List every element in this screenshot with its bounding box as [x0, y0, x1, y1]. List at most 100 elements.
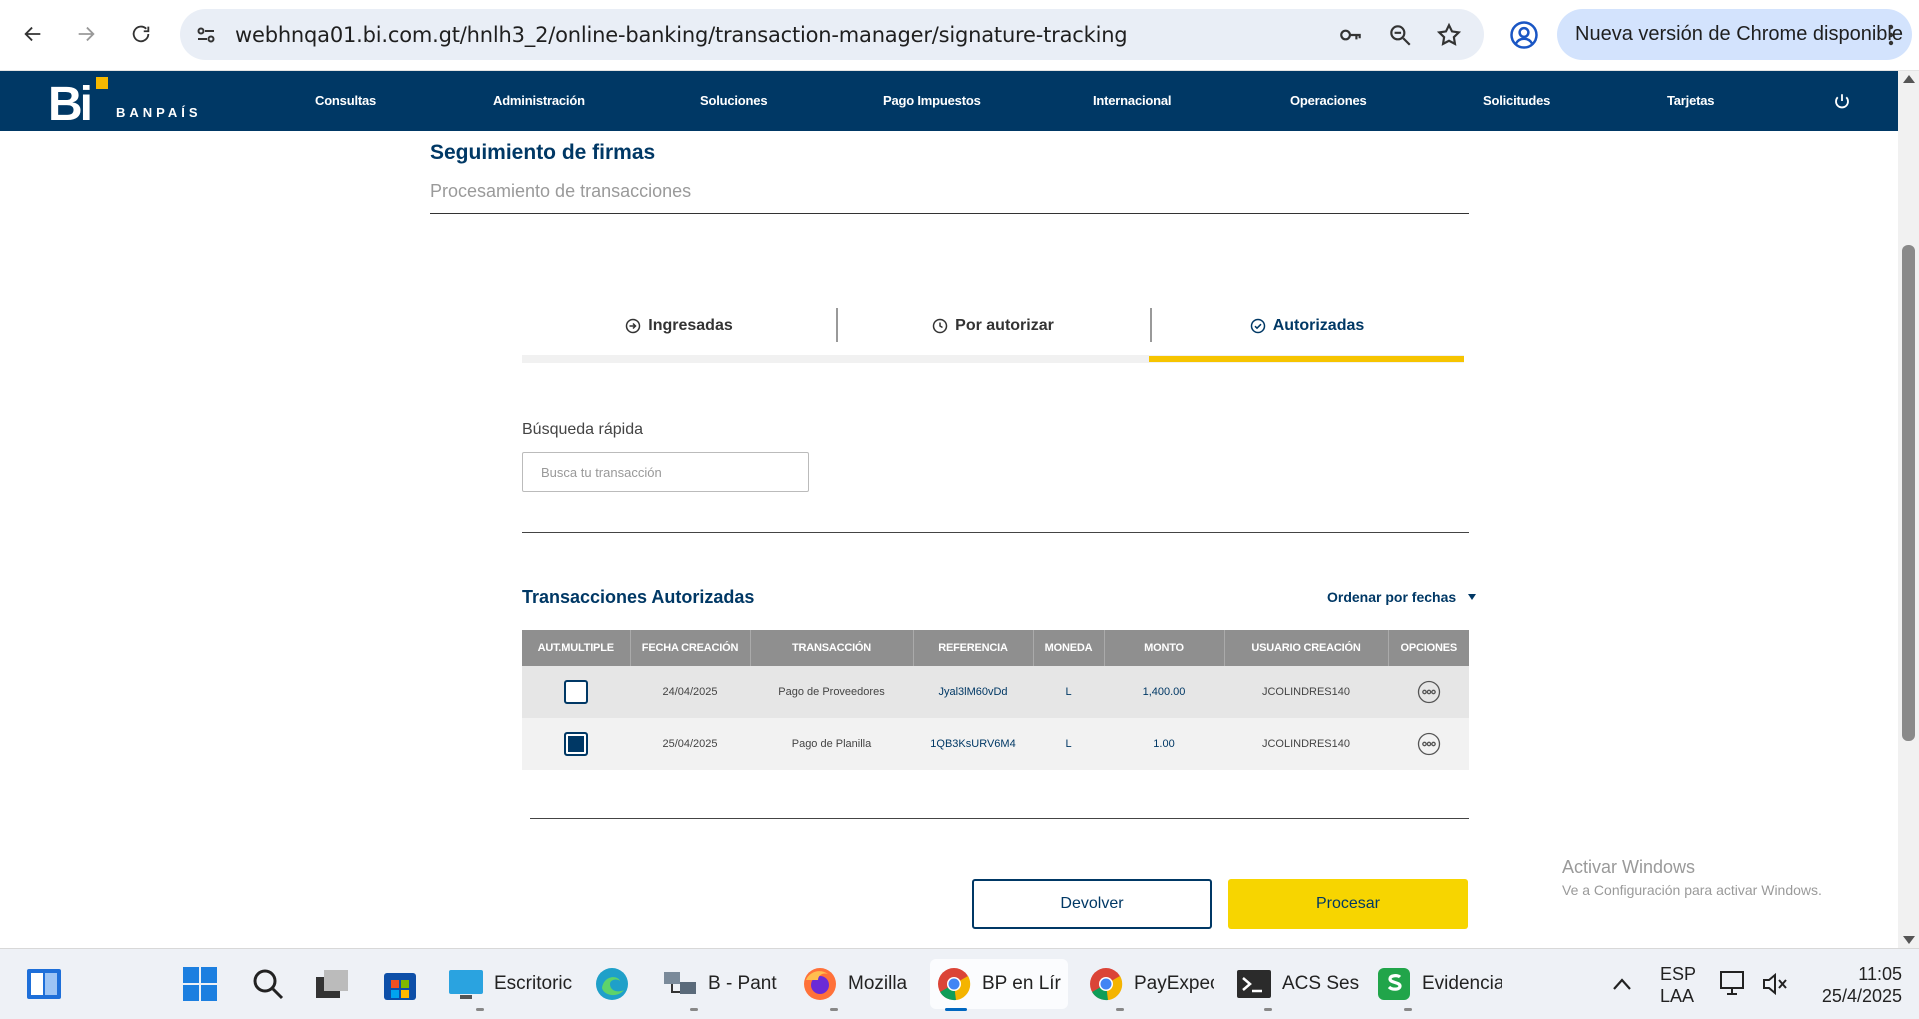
- arrow-left-icon: [24, 26, 41, 42]
- reload-button[interactable]: [124, 17, 158, 51]
- search-button[interactable]: [250, 959, 286, 1009]
- edge-icon: [594, 966, 630, 1002]
- tab-label: Por autorizar: [955, 317, 1054, 334]
- taskbar-app-acs[interactable]: ACS Ses: [1236, 959, 1362, 1011]
- windows-start-icon: [182, 966, 218, 1002]
- store-app[interactable]: [382, 959, 418, 1009]
- tab-autorizadas[interactable]: Autorizadas: [1150, 300, 1464, 352]
- task-view-button[interactable]: [26, 959, 62, 1009]
- status-tabs: Ingresadas Por autorizar Autorizadas: [522, 300, 1464, 364]
- column-header: OPCIONES: [1388, 630, 1469, 666]
- table-row: 25/04/2025 Pago de Planilla 1QB3KsURV6M4…: [522, 718, 1469, 770]
- taskbar-label: Escritoric: [494, 973, 573, 994]
- scroll-up-icon[interactable]: [1903, 75, 1915, 83]
- row-checkbox[interactable]: [564, 732, 588, 756]
- menu-consultas[interactable]: Consultas: [315, 93, 376, 108]
- search-input[interactable]: [522, 452, 809, 492]
- clock[interactable]: 11:05 25/4/2025: [1800, 963, 1910, 1007]
- taskbar-app-payexpec[interactable]: PayExpec: [1088, 959, 1214, 1011]
- clock-date: 25/4/2025: [1821, 986, 1902, 1006]
- return-button[interactable]: Devolver: [972, 879, 1212, 929]
- chrome-icon: [936, 966, 972, 1002]
- transactions-table: AUT.MULTIPLE FECHA CREACIÓN TRANSACCIÓN …: [522, 630, 1469, 770]
- more-vert-icon[interactable]: [1888, 23, 1894, 47]
- watermark-title: Activar Windows: [1562, 857, 1696, 877]
- windows-taskbar: Escritoric B - Pant Mozilla BP en Lír Pa…: [0, 948, 1919, 1019]
- running-indicator: [1404, 1008, 1412, 1011]
- taskbar-app-bp-en-linea[interactable]: BP en Lír: [930, 959, 1068, 1011]
- menu-operaciones[interactable]: Operaciones: [1290, 93, 1367, 108]
- edge-app[interactable]: [594, 959, 630, 1009]
- menu-solicitudes[interactable]: Solicitudes: [1483, 93, 1550, 108]
- start-button[interactable]: [182, 959, 218, 1009]
- menu-tarjetas[interactable]: Tarjetas: [1667, 93, 1714, 108]
- language-indicator[interactable]: ESP LAA: [1660, 963, 1696, 1007]
- currency-cell: L: [1033, 666, 1104, 718]
- task-view-icon: [314, 966, 350, 1002]
- volume-button[interactable]: [1756, 959, 1792, 1009]
- amount-cell: 1,400.00: [1104, 666, 1224, 718]
- tab-por-autorizar[interactable]: Por autorizar: [836, 300, 1150, 352]
- widgets-icon: [26, 966, 62, 1002]
- select-cell: [522, 666, 630, 718]
- address-bar[interactable]: webhnqa01.bi.com.gt/hnlh3_2/online-banki…: [180, 9, 1484, 60]
- clock-time: 11:05: [1858, 964, 1902, 984]
- key-icon[interactable]: [1338, 22, 1364, 48]
- taskbar-label: BP en Lír: [982, 973, 1061, 994]
- menu-administracion[interactable]: Administración: [493, 93, 585, 108]
- scroll-down-icon[interactable]: [1903, 936, 1915, 944]
- task-view-app[interactable]: [314, 959, 350, 1009]
- desktop-icon: [448, 966, 484, 1002]
- windows-activation-watermark: Activar Windows Ve a Configuración para …: [1562, 857, 1822, 898]
- tab-label: Ingresadas: [648, 317, 733, 334]
- column-header: TRANSACCIÓN: [750, 630, 914, 666]
- back-button[interactable]: [16, 17, 50, 51]
- tab-label: Autorizadas: [1272, 317, 1365, 334]
- taskbar-app-mozilla[interactable]: Mozilla: [802, 959, 928, 1011]
- taskbar-app-evidencia[interactable]: Evidencia: [1376, 959, 1502, 1011]
- tab-ingresadas[interactable]: Ingresadas: [522, 300, 836, 352]
- menu-soluciones[interactable]: Soluciones: [700, 93, 768, 108]
- tray-overflow-button[interactable]: [1604, 959, 1640, 1009]
- menu-internacional[interactable]: Internacional: [1093, 93, 1172, 108]
- column-header: MONTO: [1104, 630, 1225, 666]
- clock-icon: [932, 318, 948, 334]
- logo-mark: Bi: [48, 78, 93, 131]
- site-settings-icon[interactable]: [194, 23, 218, 47]
- url-text: webhnqa01.bi.com.gt/hnlh3_2/online-banki…: [235, 23, 1128, 47]
- remote-desktop-icon: [662, 966, 698, 1002]
- taskbar-app-escritorio[interactable]: Escritoric: [448, 959, 574, 1011]
- page-subtitle: Procesamiento de transacciones: [430, 181, 692, 201]
- running-indicator: [690, 1008, 698, 1011]
- banpais-logo[interactable]: Bi BANPAÍS: [48, 75, 198, 131]
- sort-by-date-dropdown[interactable]: Ordenar por fechas: [1327, 589, 1477, 605]
- bookmark-star-icon[interactable]: [1436, 22, 1462, 48]
- zoom-icon[interactable]: [1387, 22, 1413, 48]
- section-title: Transacciones Autorizadas: [522, 587, 755, 607]
- column-header: REFERENCIA: [913, 630, 1034, 666]
- row-checkbox[interactable]: [564, 680, 588, 704]
- network-status-button[interactable]: [1716, 959, 1752, 1009]
- forward-button[interactable]: [69, 17, 103, 51]
- chrome-update-button[interactable]: Nueva versión de Chrome disponible: [1557, 9, 1912, 60]
- scroll-thumb[interactable]: [1902, 245, 1915, 741]
- profile-icon[interactable]: [1509, 20, 1539, 50]
- network-icon: [1716, 966, 1752, 1002]
- volume-muted-icon: [1756, 966, 1792, 1002]
- more-options-icon[interactable]: [1417, 732, 1441, 756]
- table-row: 24/04/2025 Pago de Proveedores Jyal3lM60…: [522, 666, 1469, 718]
- menu-pago-impuestos[interactable]: Pago Impuestos: [883, 93, 981, 108]
- logo-dot: [96, 77, 108, 89]
- active-tab-indicator: [1149, 356, 1464, 362]
- power-icon[interactable]: [1833, 92, 1851, 110]
- options-cell: [1388, 718, 1469, 770]
- select-cell: [522, 718, 630, 770]
- page-scrollbar[interactable]: [1898, 71, 1919, 948]
- process-button[interactable]: Procesar: [1228, 879, 1468, 929]
- taskbar-label: Evidencia: [1422, 973, 1502, 994]
- more-options-icon[interactable]: [1417, 680, 1441, 704]
- browser-toolbar: webhnqa01.bi.com.gt/hnlh3_2/online-banki…: [0, 0, 1919, 71]
- divider: [530, 818, 1469, 819]
- user-cell: JCOLINDRES140: [1224, 718, 1388, 770]
- taskbar-app-remote[interactable]: B - Pant: [662, 959, 788, 1011]
